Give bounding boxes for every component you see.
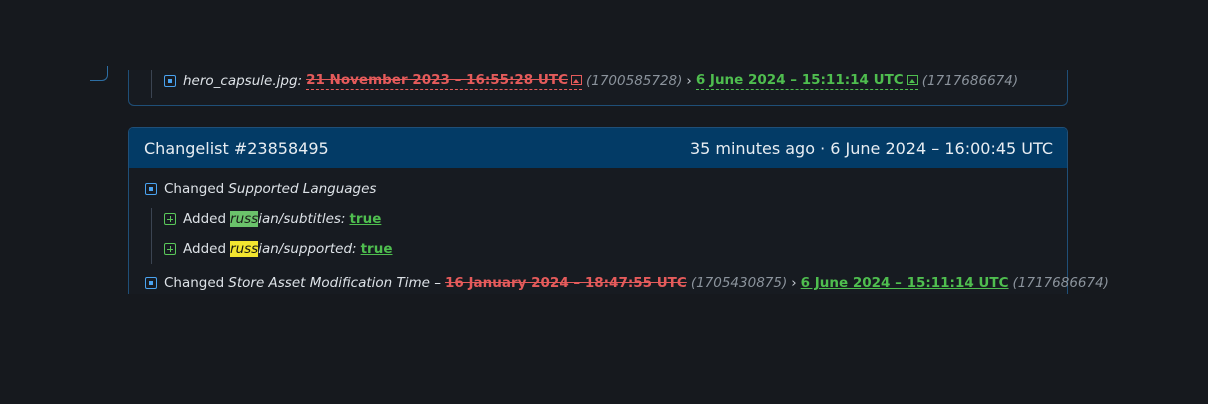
changelist-time: 35 minutes ago · 6 June 2024 – 16:00:45 … xyxy=(689,139,1053,158)
change-field: Store Asset Modification Time – xyxy=(228,275,442,291)
change-row: Changed Supported Languages xyxy=(145,180,376,198)
search-highlight: russ xyxy=(230,241,259,257)
old-timestamp: (1705430875) xyxy=(690,275,788,291)
change-arrow: › xyxy=(791,275,797,291)
search-highlight: russ xyxy=(230,211,259,227)
change-arrow: › xyxy=(686,72,692,89)
change-verb: Changed xyxy=(164,275,225,291)
collapse-toggle-icon[interactable] xyxy=(145,277,157,289)
image-preview-icon[interactable] xyxy=(906,75,918,85)
new-date-link[interactable]: 6 June 2024 – 15:11:14 UTC xyxy=(801,274,1009,292)
sub-change-row: Added russian/supported: true xyxy=(164,240,392,258)
new-timestamp: (1717686674) xyxy=(1012,275,1109,291)
old-timestamp: (1700585728) xyxy=(585,72,683,89)
change-verb: Changed xyxy=(164,181,225,197)
collapse-toggle-icon[interactable] xyxy=(164,74,176,87)
sub-change-verb: Added xyxy=(183,241,227,257)
new-timestamp: (1717686674) xyxy=(921,72,1019,89)
changelist-header: Changelist #23858495 35 minutes ago · 6 … xyxy=(129,128,1067,168)
collapse-toggle-icon[interactable] xyxy=(145,183,157,195)
sub-change-row: Added russian/subtitles: true xyxy=(164,210,381,228)
page: hero_capsule.jpg: 21 November 2023 – 16:… xyxy=(0,0,1208,404)
sub-change-value[interactable]: true xyxy=(349,210,381,228)
new-date-link[interactable]: 6 June 2024 – 15:11:14 UTC xyxy=(695,71,918,90)
image-preview-icon[interactable] xyxy=(570,75,582,85)
sub-change-verb: Added xyxy=(183,211,227,227)
old-date-link[interactable]: 21 November 2023 – 16:55:28 UTC xyxy=(306,71,582,90)
added-icon xyxy=(164,243,176,255)
change-field: Supported Languages xyxy=(228,181,377,197)
tree-connector xyxy=(90,66,108,81)
old-date-link[interactable]: 16 January 2024 – 18:47:55 UTC xyxy=(445,274,687,292)
asset-file-name: hero_capsule.jpg: xyxy=(183,72,303,89)
tree-guide-line xyxy=(151,208,152,264)
change-row: Changed Store Asset Modification Time – … xyxy=(145,274,1109,292)
tree-guide-line xyxy=(151,70,152,98)
changelist-title[interactable]: Changelist #23858495 xyxy=(144,139,329,158)
previous-asset-row: hero_capsule.jpg: 21 November 2023 – 16:… xyxy=(164,71,1018,90)
added-icon xyxy=(164,213,176,225)
sub-change-key: russian/subtitles: xyxy=(230,211,346,227)
sub-change-value[interactable]: true xyxy=(361,240,393,258)
sub-change-key: russian/supported: xyxy=(230,241,357,257)
